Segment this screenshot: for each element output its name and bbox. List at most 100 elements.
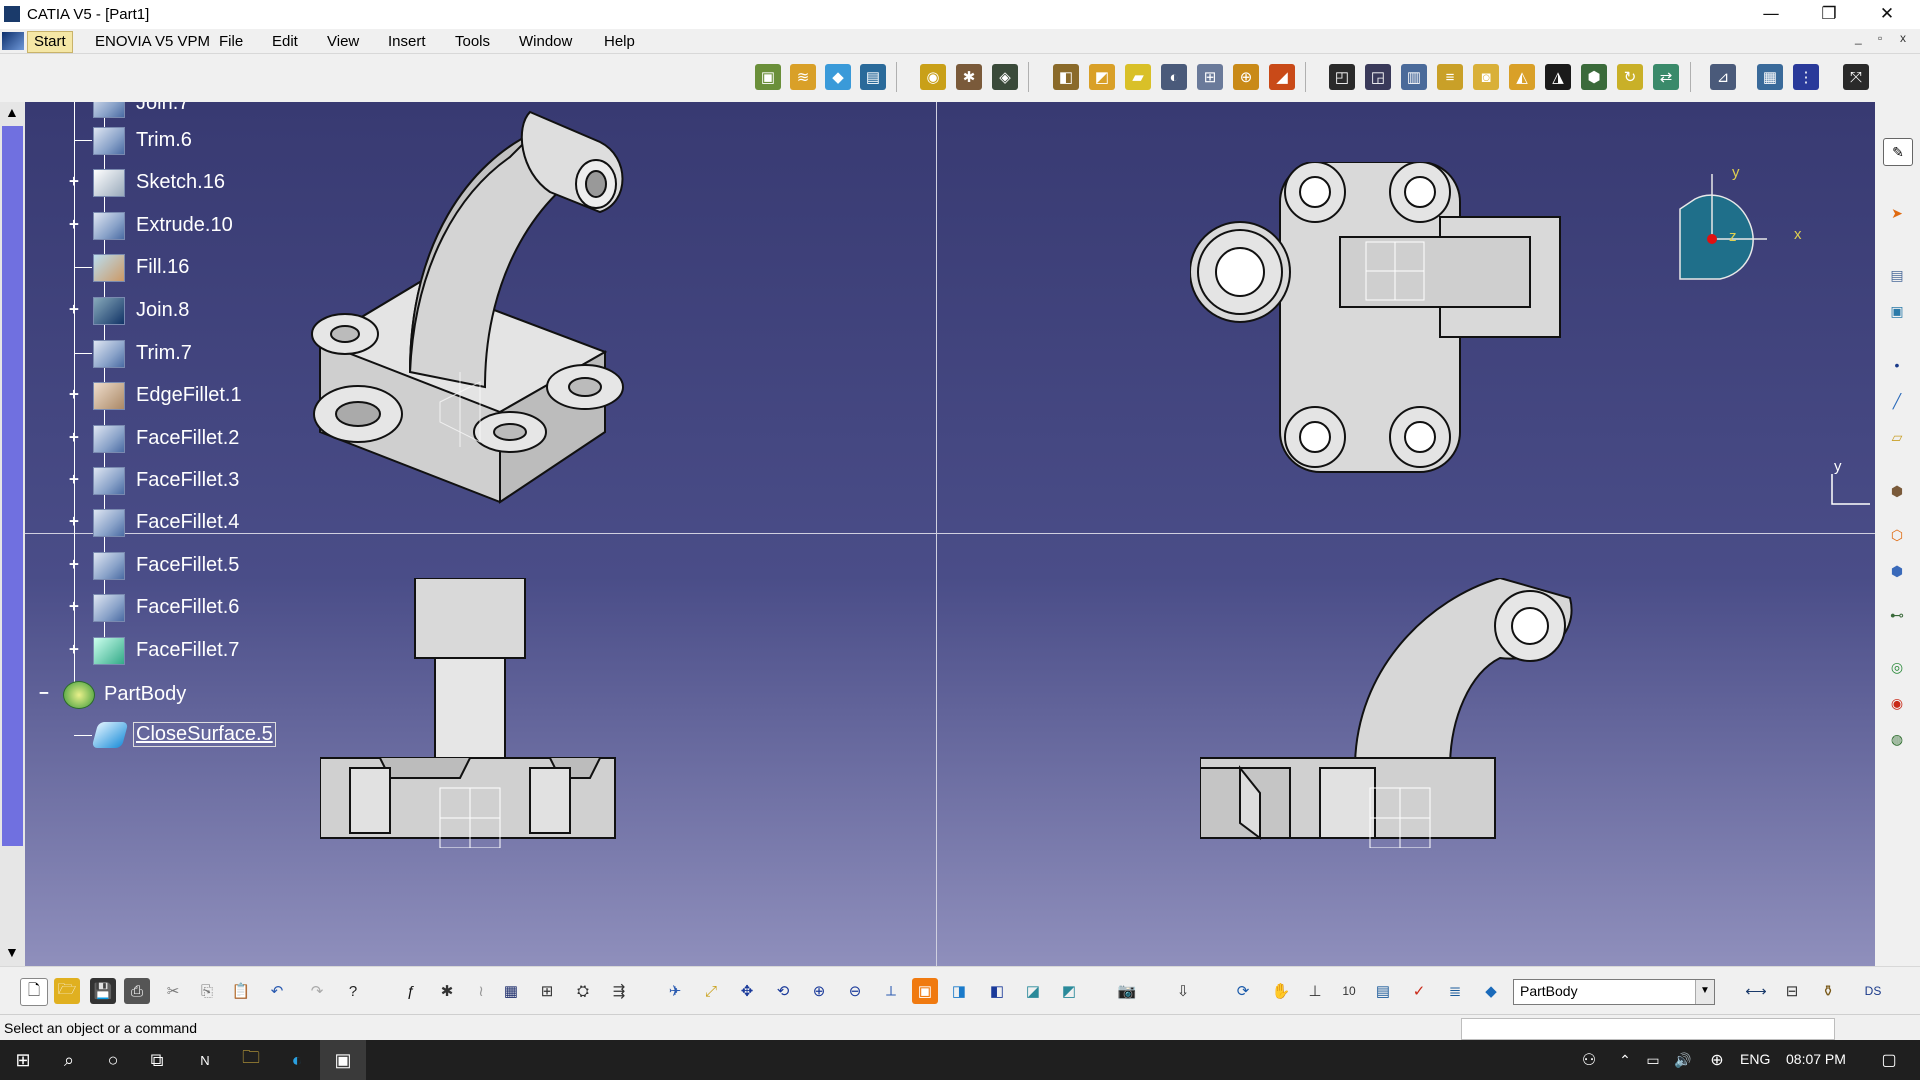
law-icon[interactable]: ≀ xyxy=(468,978,494,1004)
scroll-down-arrow[interactable]: ▼ xyxy=(5,944,19,960)
file-explorer-icon[interactable]: 🗀 xyxy=(228,1040,274,1080)
import-icon[interactable]: ⇩ xyxy=(1170,978,1196,1004)
restore-button[interactable]: ❐ xyxy=(1800,0,1858,29)
connect-icon[interactable]: ⊷ xyxy=(1883,602,1911,628)
pan-icon[interactable]: ✥ xyxy=(734,978,760,1004)
extract-icon[interactable]: ≡ xyxy=(1437,64,1463,90)
boundary-icon[interactable]: ▥ xyxy=(1401,64,1427,90)
thick-icon[interactable]: ▰ xyxy=(1125,64,1151,90)
part-manager-icon[interactable]: ⛭ xyxy=(570,978,596,1004)
plane-icon[interactable]: ▱ xyxy=(1883,424,1911,450)
windows-start-icon[interactable]: ⊞ xyxy=(0,1040,46,1080)
3d-viewport[interactable]: ▲ ▼ Join.7 Trim.6 + Sketch.16 + Extrude.… xyxy=(0,102,1875,966)
project-icon[interactable]: ⬢ xyxy=(1883,478,1911,504)
list-icon[interactable]: ≣ xyxy=(1442,978,1468,1004)
expand-plus-icon[interactable]: + xyxy=(67,598,81,614)
offset-icon[interactable]: ◩ xyxy=(1089,64,1115,90)
analysis-icon[interactable]: ▦ xyxy=(1757,64,1783,90)
multi-view-icon[interactable]: ▣ xyxy=(912,978,938,1004)
trim-icon[interactable]: ◲ xyxy=(1365,64,1391,90)
zoom-out-icon[interactable]: ⊖ xyxy=(842,978,868,1004)
scroll-up-arrow[interactable]: ▲ xyxy=(5,104,19,120)
expand-plus-icon[interactable]: + xyxy=(67,429,81,445)
expand-plus-icon[interactable]: + xyxy=(67,513,81,529)
cortana-icon[interactable]: ○ xyxy=(90,1040,136,1080)
dropdown-arrow-icon[interactable]: ▼ xyxy=(1695,980,1714,1004)
current-body-select[interactable]: PartBody ▼ xyxy=(1513,979,1715,1005)
chamfer-icon[interactable]: ◭ xyxy=(1509,64,1535,90)
hybrid-body-icon[interactable]: ▤ xyxy=(1883,262,1911,288)
hide-show-icon[interactable]: ◪ xyxy=(1020,978,1046,1004)
expand-plus-icon[interactable]: + xyxy=(67,386,81,402)
sketcher-icon[interactable]: ✎ xyxy=(1883,138,1913,166)
body-icon[interactable]: ▤ xyxy=(860,64,886,90)
menu-start[interactable]: Start xyxy=(27,31,73,53)
multi-model-icon[interactable]: ⇶ xyxy=(606,978,632,1004)
command-input[interactable] xyxy=(1461,1018,1835,1040)
measure-item-icon[interactable]: ⊟ xyxy=(1779,978,1805,1004)
knowledge-icon[interactable]: ✱ xyxy=(434,978,460,1004)
units-icon[interactable]: 10 xyxy=(1336,978,1362,1004)
cylinder-icon[interactable]: ◉ xyxy=(920,64,946,90)
menu-tools[interactable]: Tools xyxy=(455,33,490,50)
language-indicator[interactable]: ENG xyxy=(1740,1051,1770,1067)
revolve-icon[interactable]: ◐ xyxy=(1161,64,1187,90)
menu-insert[interactable]: Insert xyxy=(388,33,426,50)
mdi-close-button[interactable]: x xyxy=(1900,31,1906,45)
measure-between-icon[interactable]: ⟷ xyxy=(1743,978,1769,1004)
new-file-icon[interactable]: 🗋 xyxy=(20,978,48,1006)
collapse-minus-icon[interactable]: − xyxy=(37,685,51,701)
catia-logo-icon[interactable] xyxy=(2,32,24,50)
task-view-icon[interactable]: ⧉ xyxy=(134,1040,180,1080)
expand-plus-icon[interactable]: + xyxy=(67,471,81,487)
network-globe-icon[interactable]: ⊕ xyxy=(1694,1040,1740,1080)
normal-view-icon[interactable]: ⟂ xyxy=(878,978,904,1004)
undo-icon[interactable]: ↶ xyxy=(264,978,290,1004)
update-icon[interactable]: ⟳ xyxy=(1230,978,1256,1004)
expand-plus-icon[interactable]: + xyxy=(67,301,81,317)
expand-plus-icon[interactable]: + xyxy=(67,173,81,189)
catia-taskbar-icon[interactable]: ▣ xyxy=(320,1040,366,1080)
insert-body-icon[interactable]: ▣ xyxy=(1883,298,1911,324)
rotate-view-icon[interactable]: ⟲ xyxy=(770,978,796,1004)
body-in-body-icon[interactable]: ▤ xyxy=(1370,978,1396,1004)
cut-icon[interactable]: ✂ xyxy=(160,978,186,1004)
save-icon[interactable]: 💾 xyxy=(90,978,116,1004)
open-folder-icon[interactable]: 🗁 xyxy=(54,978,80,1004)
loft-icon[interactable]: ◈ xyxy=(992,64,1018,90)
split-icon[interactable]: ◰ xyxy=(1329,64,1355,90)
bottle-icon[interactable]: ⚱ xyxy=(1815,978,1841,1004)
expand-plus-icon[interactable]: + xyxy=(67,641,81,657)
combine-icon[interactable]: ⬢ xyxy=(1883,558,1911,584)
print-icon[interactable]: ⎙ xyxy=(124,978,150,1004)
menu-enovia[interactable]: ENOVIA V5 VPM xyxy=(95,33,210,50)
symmetry-icon[interactable]: ⇄ xyxy=(1653,64,1679,90)
zoom-in-icon[interactable]: ⊕ xyxy=(806,978,832,1004)
formula-icon[interactable]: ƒ xyxy=(398,978,424,1004)
search-icon[interactable]: ⌕ xyxy=(46,1040,92,1080)
whats-this-help-icon[interactable]: ? xyxy=(340,978,366,1004)
mdi-restore-button[interactable]: ▫ xyxy=(1878,31,1882,45)
hand-icon[interactable]: ✋ xyxy=(1268,978,1294,1004)
circle-icon[interactable]: ◎ xyxy=(1883,654,1911,680)
point-icon[interactable]: • xyxy=(1883,352,1911,378)
scroll-thumb[interactable] xyxy=(2,126,23,846)
line-icon[interactable]: ╱ xyxy=(1883,388,1911,414)
paste-icon[interactable]: 📋 xyxy=(228,978,254,1004)
axis-icon[interactable]: ⊥ xyxy=(1302,978,1328,1004)
menu-file[interactable]: File xyxy=(219,33,243,50)
fillet-icon[interactable]: ◙ xyxy=(1473,64,1499,90)
app-n-icon[interactable]: N xyxy=(182,1040,228,1080)
fill-icon[interactable]: ◢ xyxy=(1269,64,1295,90)
fit-all-icon[interactable]: ⤧ xyxy=(1843,64,1869,90)
measure-icon[interactable]: ⊿ xyxy=(1710,64,1736,90)
tree-scrollbar[interactable]: ▲ ▼ xyxy=(0,102,25,966)
edge-browser-icon[interactable]: ◐ xyxy=(274,1040,320,1080)
surface-body-icon[interactable]: ◆ xyxy=(1478,978,1504,1004)
copy-icon[interactable]: ⎘ xyxy=(194,978,220,1004)
intersect-icon[interactable]: ⬡ xyxy=(1883,522,1911,548)
iso-view-icon[interactable]: ◨ xyxy=(946,978,972,1004)
draft-icon[interactable]: ◮ xyxy=(1545,64,1571,90)
menu-edit[interactable]: Edit xyxy=(272,33,298,50)
design-table-icon[interactable]: ▦ xyxy=(498,978,524,1004)
